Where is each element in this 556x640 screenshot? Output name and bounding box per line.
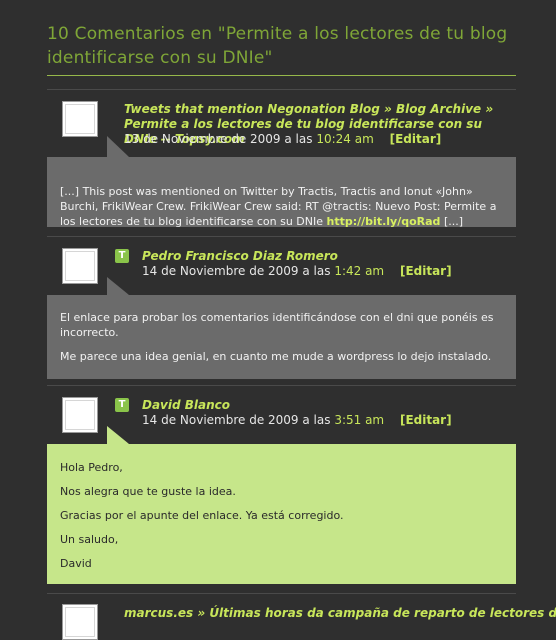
short-link[interactable]: http://bit.ly/qoRad: [327, 215, 441, 228]
comment-paragraph: Me parece una idea genial, en cuanto me …: [60, 350, 492, 363]
comment-paragraph: Un saludo,: [60, 533, 119, 546]
edit-link[interactable]: [Editar]: [390, 132, 442, 146]
comment-paragraph: Hola Pedro,: [60, 461, 123, 474]
comment-separator: [47, 89, 516, 90]
comment-time-link[interactable]: 1:42 am: [334, 264, 384, 278]
verified-id-icon: T: [115, 249, 129, 263]
avatar: [62, 248, 98, 284]
speech-pointer: [107, 277, 129, 295]
avatar: [62, 397, 98, 433]
avatar: [62, 101, 98, 137]
comment-separator: [47, 593, 516, 594]
comment-text-end: [...]: [443, 215, 464, 228]
avatar: [62, 604, 98, 640]
comment-author-link[interactable]: marcus.es » Últimas horas da campaña de …: [124, 606, 556, 621]
comment-meta: 14 de Noviembre de 2009 a las 1:42 am [E…: [142, 264, 452, 279]
edit-link[interactable]: [Editar]: [400, 264, 452, 278]
comment-time-link[interactable]: 3:51 am: [334, 413, 384, 427]
comment-separator: [47, 236, 516, 237]
speech-pointer: [107, 136, 129, 157]
edit-link[interactable]: [Editar]: [400, 413, 452, 427]
comment-body: El enlace para probar los comentarios id…: [47, 295, 516, 379]
comment-body: Hola Pedro, Nos alegra que te guste la i…: [47, 444, 516, 584]
comment-date: 14 de Noviembre de 2009 a las: [142, 264, 331, 278]
comment-text: [...] This post was mentioned on Twitter…: [60, 184, 503, 229]
comment-date: 13 de Noviembre de 2009 a las: [124, 132, 313, 146]
verified-id-icon: T: [115, 398, 129, 412]
comment-separator: [47, 385, 516, 386]
speech-pointer: [107, 426, 129, 444]
heading-divider: [47, 75, 516, 76]
comments-heading: 10 Comentarios en "Permite a los lectore…: [47, 24, 508, 68]
comment-author-link[interactable]: David Blanco: [142, 398, 230, 413]
comment-body: [...] This post was mentioned on Twitter…: [47, 157, 516, 229]
comment-meta: 14 de Noviembre de 2009 a las 3:51 am [E…: [142, 413, 452, 428]
comment-author-link[interactable]: Pedro Francisco Diaz Romero: [142, 249, 338, 264]
comment-paragraph: David: [60, 557, 92, 570]
comment-paragraph: El enlace para probar los comentarios id…: [60, 311, 494, 339]
comment-paragraph: Nos alegra que te guste la idea.: [60, 485, 236, 498]
comment-time-link[interactable]: 10:24 am: [316, 132, 373, 146]
comment-meta: 13 de Noviembre de 2009 a las 10:24 am […: [124, 132, 441, 147]
comment-date: 14 de Noviembre de 2009 a las: [142, 413, 331, 427]
comment-paragraph: Gracias por el apunte del enlace. Ya est…: [60, 509, 344, 522]
